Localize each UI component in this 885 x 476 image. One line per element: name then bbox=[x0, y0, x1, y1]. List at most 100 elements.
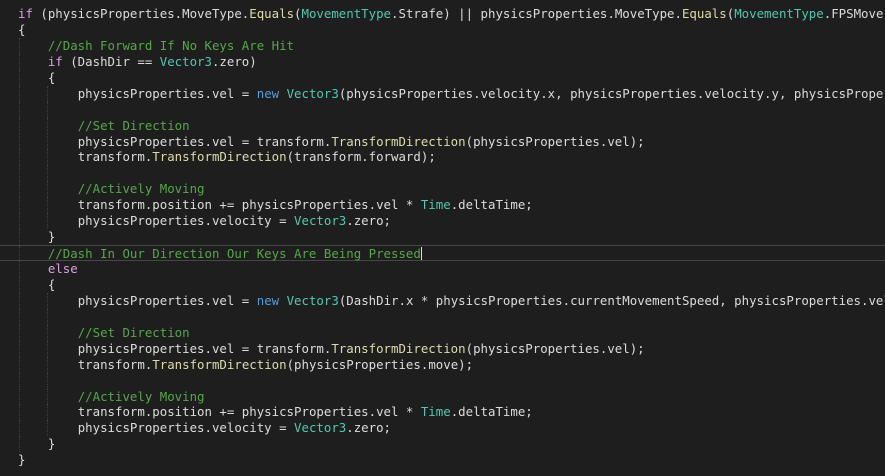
code-token: (physicsProperties.velocity.x, physicsPr… bbox=[338, 85, 885, 101]
code-token: Vector3 bbox=[159, 53, 212, 69]
code-token: .zero; bbox=[346, 420, 392, 436]
code-token: transform.position += physicsProperties.… bbox=[77, 404, 421, 420]
code-line[interactable]: physicsProperties.vel = new Vector3(phys… bbox=[0, 85, 885, 102]
code-token: transform. bbox=[77, 356, 153, 372]
code-token: new bbox=[256, 292, 280, 308]
code-text: //Set Direction bbox=[18, 325, 190, 341]
code-text: physicsProperties.vel = new Vector3(phys… bbox=[18, 86, 885, 102]
code-text: } bbox=[18, 229, 55, 245]
code-token: Vector3 bbox=[286, 85, 339, 101]
code-text: { bbox=[18, 22, 25, 38]
code-line[interactable]: //Actively Moving bbox=[0, 388, 885, 405]
code-line[interactable]: { bbox=[0, 22, 885, 38]
code-token: } bbox=[47, 229, 56, 245]
code-line[interactable]: } bbox=[0, 229, 885, 246]
code-editor[interactable]: if (physicsProperties.MoveType.Equals(Mo… bbox=[0, 0, 885, 476]
code-token: .FPSMove)) bbox=[823, 6, 885, 21]
code-text: { bbox=[18, 277, 55, 293]
code-line[interactable]: if (physicsProperties.MoveType.Equals(Mo… bbox=[0, 6, 885, 22]
code-token: (DashDir == bbox=[62, 53, 160, 69]
code-text: } bbox=[18, 436, 55, 452]
code-token: .zero; bbox=[346, 213, 392, 229]
code-token: //Actively Moving bbox=[77, 388, 205, 404]
code-line[interactable]: physicsProperties.velocity = Vector3.zer… bbox=[0, 213, 885, 230]
code-line[interactable]: //Set Direction bbox=[0, 324, 885, 341]
code-text: //Dash In Our Direction Our Keys Are Bei… bbox=[18, 246, 422, 262]
code-text: physicsProperties.vel = transform.Transf… bbox=[18, 341, 645, 357]
code-text: transform.TransformDirection(physicsProp… bbox=[18, 357, 473, 373]
code-line[interactable]: if (DashDir == Vector3.zero) bbox=[0, 53, 885, 70]
code-token: } bbox=[18, 452, 26, 468]
code-token: TransformDirection bbox=[331, 133, 466, 149]
code-line[interactable]: { bbox=[0, 69, 885, 86]
code-text: physicsProperties.velocity = Vector3.zer… bbox=[18, 213, 391, 229]
code-line[interactable]: } bbox=[0, 436, 885, 453]
code-line[interactable]: } bbox=[0, 452, 885, 468]
code-token: MovementType bbox=[734, 6, 824, 21]
code-line[interactable]: physicsProperties.vel = transform.Transf… bbox=[0, 133, 885, 150]
code-token: (physicsProperties.move); bbox=[286, 356, 474, 372]
code-line[interactable]: physicsProperties.vel = new Vector3(Dash… bbox=[0, 292, 885, 309]
code-token: physicsProperties.vel = bbox=[77, 85, 257, 101]
code-token: TransformDirection bbox=[331, 340, 466, 356]
code-text: transform.position += physicsProperties.… bbox=[18, 197, 533, 213]
code-token: .Strafe) || physicsProperties.MoveType. bbox=[391, 6, 682, 21]
code-line[interactable]: physicsProperties.vel = transform.Transf… bbox=[0, 340, 885, 357]
code-token: //Dash Forward If No Keys Are Hit bbox=[47, 37, 295, 53]
code-line[interactable]: { bbox=[0, 276, 885, 293]
code-line[interactable] bbox=[0, 165, 885, 182]
code-line[interactable]: transform.TransformDirection(transform.f… bbox=[0, 149, 885, 166]
code-line[interactable]: physicsProperties.velocity = Vector3.zer… bbox=[0, 420, 885, 437]
code-line[interactable]: transform.TransformDirection(physicsProp… bbox=[0, 356, 885, 373]
code-token: (physicsProperties.MoveType. bbox=[32, 6, 250, 21]
code-line[interactable]: transform.position += physicsProperties.… bbox=[0, 404, 885, 421]
code-token: //Actively Moving bbox=[77, 181, 205, 197]
code-token: //Set Direction bbox=[77, 324, 190, 340]
code-text: //Actively Moving bbox=[18, 181, 205, 197]
code-text: physicsProperties.velocity = Vector3.zer… bbox=[18, 420, 391, 436]
code-token: TransformDirection bbox=[152, 356, 287, 372]
code-token: (physicsProperties.vel); bbox=[465, 340, 645, 356]
code-token: (physicsProperties.vel); bbox=[465, 133, 645, 149]
code-text: //Dash Forward If No Keys Are Hit bbox=[18, 38, 294, 54]
code-token: //Dash In Our Direction Our Keys Are Bei… bbox=[47, 246, 421, 262]
code-token: (transform.forward); bbox=[286, 149, 436, 165]
code-token: Vector3 bbox=[294, 420, 347, 436]
code-text: physicsProperties.vel = transform.Transf… bbox=[18, 134, 645, 150]
code-token: } bbox=[47, 436, 56, 452]
code-token: Time bbox=[420, 404, 451, 420]
code-text: else bbox=[18, 261, 78, 277]
code-line[interactable]: //Set Direction bbox=[0, 117, 885, 134]
code-line[interactable]: else bbox=[0, 261, 885, 277]
code-token: { bbox=[18, 21, 26, 37]
code-token: Time bbox=[420, 197, 451, 213]
code-text: if (DashDir == Vector3.zero) bbox=[18, 54, 257, 70]
code-text: } bbox=[18, 452, 25, 468]
code-token: .deltaTime; bbox=[450, 404, 533, 420]
code-token: else bbox=[47, 261, 78, 276]
code-token: ( bbox=[294, 6, 302, 21]
code-token: physicsProperties.vel = bbox=[77, 292, 257, 308]
code-token: physicsProperties.velocity = bbox=[77, 420, 295, 436]
code-line[interactable] bbox=[0, 101, 885, 118]
code-line[interactable] bbox=[0, 372, 885, 389]
code-token: (DashDir.x * physicsProperties.currentMo… bbox=[338, 292, 885, 308]
code-line-current[interactable]: //Dash In Our Direction Our Keys Are Bei… bbox=[0, 245, 885, 261]
code-text: physicsProperties.vel = new Vector3(Dash… bbox=[18, 293, 885, 309]
code-token: transform.position += physicsProperties.… bbox=[77, 197, 421, 213]
code-line[interactable]: //Dash Forward If No Keys Are Hit bbox=[0, 37, 885, 54]
code-token: Vector3 bbox=[286, 292, 339, 308]
code-token: { bbox=[47, 276, 56, 292]
code-text: { bbox=[18, 70, 55, 86]
code-line[interactable]: transform.position += physicsProperties.… bbox=[0, 197, 885, 214]
code-token: physicsProperties.vel = transform. bbox=[77, 340, 332, 356]
code-line[interactable] bbox=[0, 308, 885, 325]
code-line[interactable]: //Actively Moving bbox=[0, 181, 885, 198]
code-token: physicsProperties.velocity = bbox=[77, 213, 295, 229]
code-token: .deltaTime; bbox=[450, 197, 533, 213]
text-cursor bbox=[420, 247, 422, 261]
